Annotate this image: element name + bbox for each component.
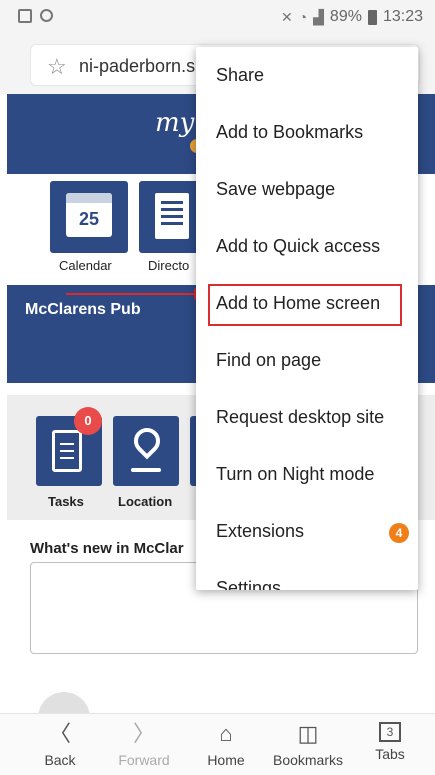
menu-item-save-webpage[interactable]: Save webpage <box>196 161 418 218</box>
location-label: Location <box>118 494 173 509</box>
menu-item-request-desktop-site[interactable]: Request desktop site <box>196 389 418 446</box>
directory-label: Directo <box>148 258 190 273</box>
annotation-arrow <box>66 293 196 295</box>
url-text: ni-paderborn.s <box>79 56 196 76</box>
chevron-right-icon: 〉 <box>132 721 155 746</box>
bookmarks-button[interactable]: ◫ Bookmarks <box>262 714 354 775</box>
wifi-icon: ◔ <box>298 9 308 25</box>
star-icon[interactable]: ☆ <box>47 54 67 80</box>
calendar-icon: 25 <box>66 193 112 237</box>
banner-title: McClarens Pub <box>25 301 141 318</box>
clock: 13:23 <box>382 8 423 25</box>
tasks-badge: 0 <box>74 407 102 435</box>
clipboard-icon <box>52 430 82 472</box>
app-notification-icon <box>40 9 53 22</box>
back-button[interactable]: 〈 Back <box>26 714 94 775</box>
menu-item-share[interactable]: Share <box>196 47 418 104</box>
menu-item-add-to-quick-access[interactable]: Add to Quick access <box>196 218 418 275</box>
battery-percent: 89% <box>329 8 362 25</box>
menu-item-add-to-home-screen[interactable]: Add to Home screen <box>196 275 418 332</box>
mute-icon: ✕ <box>280 8 293 25</box>
location-pin-icon <box>128 422 166 460</box>
menu-item-settings[interactable]: Settings <box>196 560 418 590</box>
feed-heading: What's new in McClar <box>30 540 184 557</box>
battery-icon <box>367 9 377 25</box>
tabs-button[interactable]: 3 Tabs <box>362 714 418 775</box>
signal-icon: ▟ <box>313 8 324 25</box>
browser-bottom-nav: 〈 Back 〉 Forward ⌂ Home ◫ Bookmarks 3 Ta… <box>0 713 435 774</box>
overflow-menu: Share Add to Bookmarks Save webpage Add … <box>196 47 418 590</box>
menu-item-add-to-bookmarks[interactable]: Add to Bookmarks <box>196 104 418 161</box>
calendar-date: 25 <box>78 209 100 229</box>
menu-item-extensions[interactable]: Extensions 4 <box>196 503 418 560</box>
status-bar: ✕ ◔ ▟ 89% 13:23 <box>0 0 435 34</box>
location-tile[interactable] <box>113 416 179 486</box>
forward-button[interactable]: 〉 Forward <box>104 714 184 775</box>
document-icon <box>155 193 189 239</box>
menu-item-night-mode[interactable]: Turn on Night mode <box>196 446 418 503</box>
extensions-badge: 4 <box>389 523 409 543</box>
calendar-label: Calendar <box>59 258 112 273</box>
calendar-tile[interactable]: 25 <box>50 181 128 253</box>
home-icon: ⌂ <box>219 721 233 746</box>
gallery-notification-icon <box>18 9 32 23</box>
book-icon: ◫ <box>297 721 319 746</box>
tabs-icon: 3 <box>379 722 401 742</box>
chevron-left-icon: 〈 <box>48 721 71 746</box>
site-logo: my <box>155 108 195 138</box>
home-button[interactable]: ⌂ Home <box>194 714 258 775</box>
tasks-label: Tasks <box>48 494 84 509</box>
menu-item-find-on-page[interactable]: Find on page <box>196 332 418 389</box>
